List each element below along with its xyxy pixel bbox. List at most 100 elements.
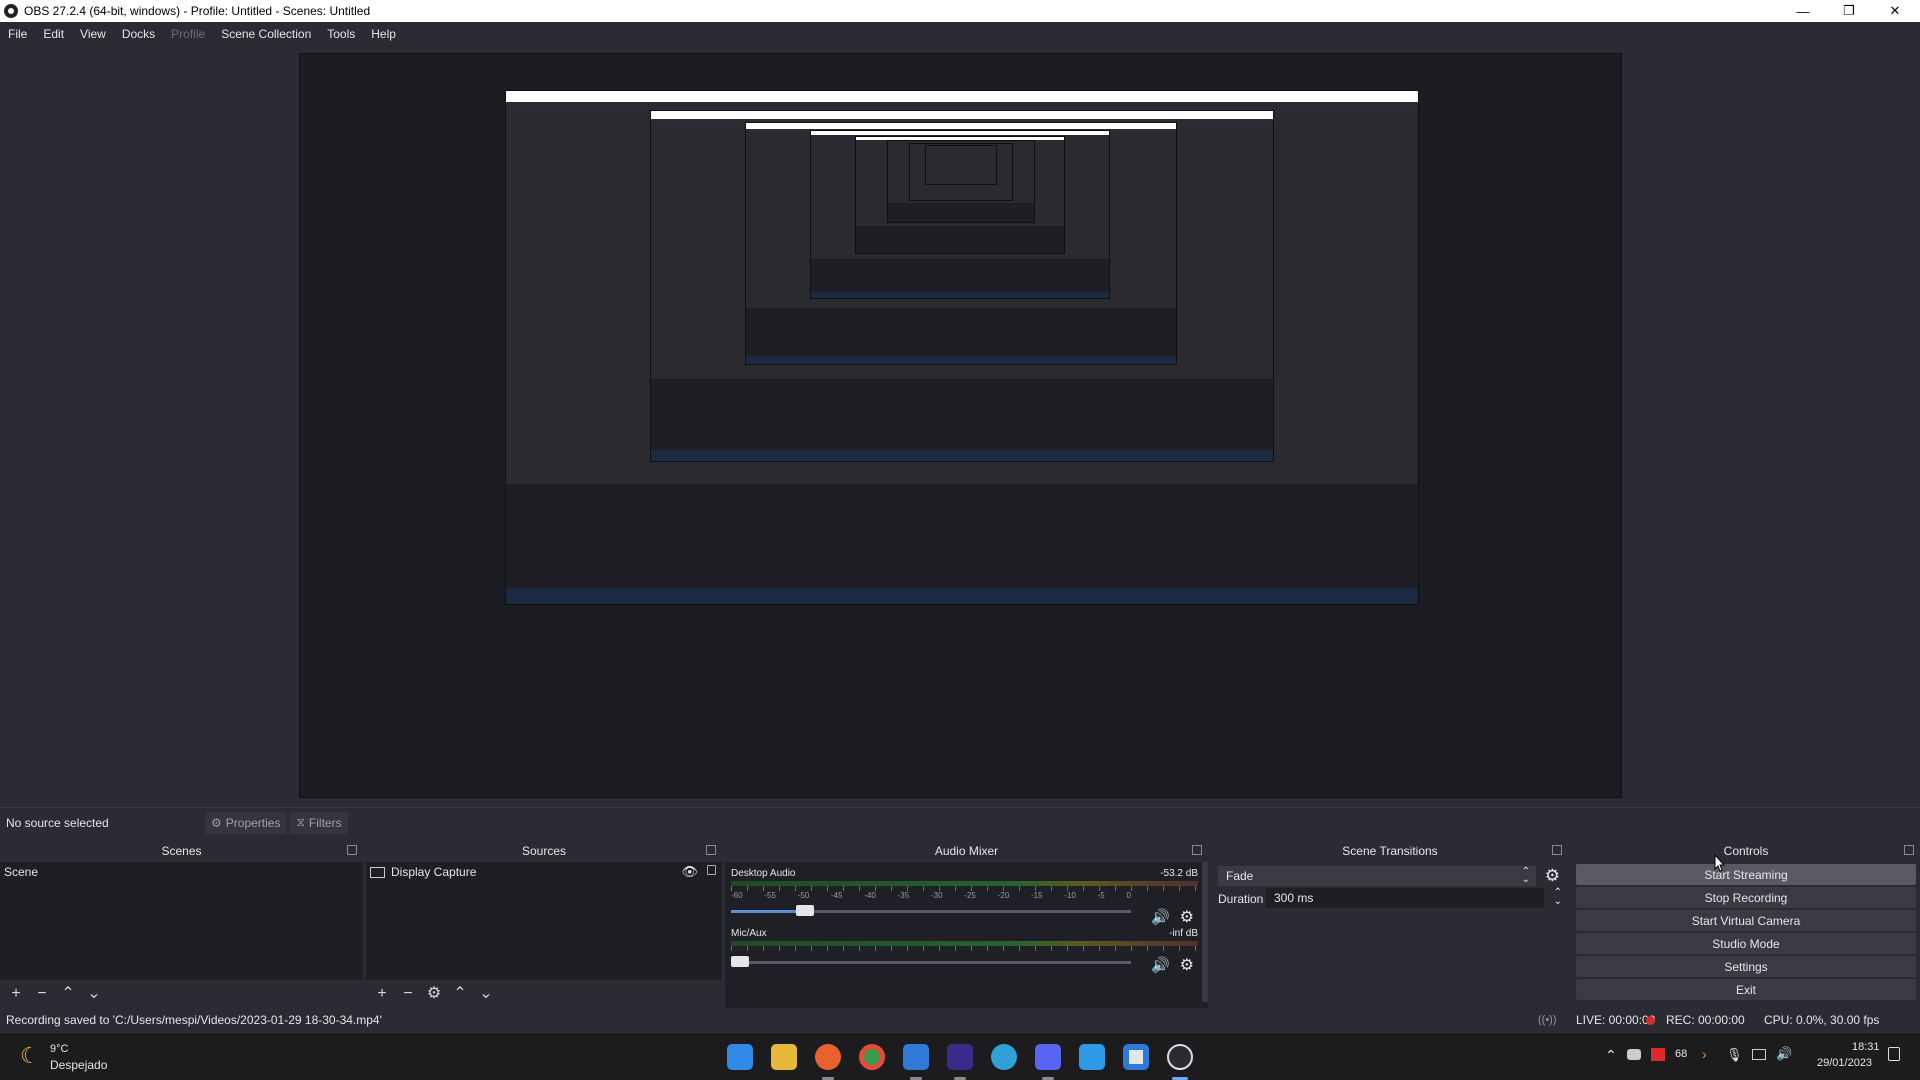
- arrow-tray-icon[interactable]: ›: [1702, 1046, 1707, 1062]
- azure-icon[interactable]: [1079, 1044, 1105, 1070]
- move-up-button[interactable]: ⌃: [60, 986, 76, 1002]
- chrome-icon[interactable]: [859, 1044, 885, 1070]
- mixer-scrollbar[interactable]: [1202, 862, 1208, 1002]
- scene-item[interactable]: Scene: [0, 862, 363, 882]
- battery-label: 68: [1675, 1048, 1688, 1060]
- float-dock-icon[interactable]: [1552, 845, 1562, 855]
- float-dock-icon[interactable]: [1904, 845, 1914, 855]
- minimize-button[interactable]: —: [1780, 0, 1826, 22]
- audio-mixer-title: Audio Mixer: [934, 844, 999, 858]
- scenes-list[interactable]: Scene: [0, 862, 363, 980]
- sources-list[interactable]: Display Capture 👁: [366, 862, 722, 980]
- track-settings-gear-icon[interactable]: ⚙: [1180, 955, 1194, 975]
- clock-date[interactable]: 29/01/2023: [1817, 1057, 1872, 1069]
- weather-temp: 9°C: [50, 1043, 69, 1055]
- maximize-button[interactable]: ❐: [1826, 0, 1872, 22]
- menu-tools[interactable]: Tools: [319, 27, 363, 41]
- network-icon[interactable]: [1752, 1049, 1766, 1060]
- clock-time[interactable]: 18:31: [1852, 1041, 1880, 1053]
- menu-edit[interactable]: Edit: [35, 27, 72, 41]
- float-dock-icon[interactable]: [347, 845, 357, 855]
- preview-area[interactable]: [0, 45, 1920, 805]
- source-properties-gear-icon[interactable]: ⚙: [426, 986, 442, 1002]
- volume-icon[interactable]: 🔊: [1776, 1046, 1792, 1062]
- broadcast-icon: ((•)): [1538, 1014, 1557, 1026]
- menu-scene-collection[interactable]: Scene Collection: [213, 27, 319, 41]
- no-source-label: No source selected: [6, 815, 109, 830]
- title-bar: OBS 27.2.4 (64-bit, windows) - Profile: …: [0, 0, 1920, 22]
- discord-tray-icon[interactable]: [1627, 1049, 1641, 1060]
- lock-icon[interactable]: [707, 865, 716, 875]
- monitor-icon: [370, 866, 385, 878]
- move-down-button[interactable]: ⌄: [86, 986, 102, 1002]
- scene-transitions-dock: Scene Transitions Fade ⌃ ⌄ ⚙ Duration 300…: [1212, 840, 1568, 1008]
- preview-canvas[interactable]: [299, 53, 1622, 798]
- microphone-icon[interactable]: 🎙: [1726, 1047, 1743, 1063]
- obs-taskbar-icon[interactable]: [1167, 1044, 1193, 1070]
- float-dock-icon[interactable]: [706, 845, 716, 855]
- telegram-icon[interactable]: [991, 1044, 1017, 1070]
- add-source-button[interactable]: +: [374, 986, 390, 1002]
- chevron-up-icon[interactable]: ⌃: [1605, 1047, 1617, 1064]
- scenes-dock: Scenes Scene + − ⌃ ⌄: [0, 840, 363, 1008]
- speaker-icon[interactable]: 🔊: [1151, 956, 1170, 974]
- studio-mode-button[interactable]: Studio Mode: [1576, 933, 1916, 954]
- scenes-dock-title: Scenes: [161, 844, 202, 858]
- visibility-eye-icon[interactable]: 👁: [681, 864, 698, 880]
- settings-button[interactable]: Settings: [1576, 956, 1916, 977]
- duration-stepper-icon[interactable]: ⌃ ⌄: [1554, 888, 1562, 907]
- move-up-button[interactable]: ⌃: [452, 986, 468, 1002]
- streamdeck-icon[interactable]: [947, 1044, 973, 1070]
- store-icon[interactable]: [1123, 1044, 1149, 1070]
- menu-docks[interactable]: Docks: [114, 27, 163, 41]
- transition-select-value: Fade: [1226, 869, 1254, 883]
- duration-value: 300 ms: [1274, 891, 1314, 905]
- menu-view[interactable]: View: [72, 27, 114, 41]
- transition-select[interactable]: Fade ⌃ ⌄: [1218, 866, 1536, 886]
- transition-properties-gear-icon[interactable]: ⚙: [1545, 866, 1560, 886]
- properties-button[interactable]: ⚙ Properties: [205, 811, 287, 834]
- moon-weather-icon: ☾: [20, 1043, 40, 1068]
- menu-file[interactable]: File: [0, 27, 35, 41]
- notification-icon[interactable]: [1888, 1047, 1900, 1061]
- red-tray-icon[interactable]: [1651, 1048, 1665, 1061]
- nested-capture-8: [925, 145, 997, 185]
- close-button[interactable]: ✕: [1872, 0, 1918, 22]
- add-scene-button[interactable]: +: [8, 986, 24, 1002]
- source-item[interactable]: Display Capture 👁: [366, 862, 722, 882]
- exit-button[interactable]: Exit: [1576, 979, 1916, 1000]
- duration-spinbox[interactable]: 300 ms: [1266, 888, 1544, 908]
- volume-slider[interactable]: [731, 955, 1131, 969]
- track-settings-gear-icon[interactable]: ⚙: [1180, 907, 1194, 927]
- vscode-icon[interactable]: [903, 1044, 929, 1070]
- scene-transitions-title: Scene Transitions: [1342, 844, 1438, 858]
- track-name: Desktop Audio: [731, 868, 796, 879]
- source-toolbar: No source selected ⚙ Properties ⧖ Filter…: [0, 807, 1920, 837]
- source-item-label: Display Capture: [391, 865, 477, 879]
- rec-timer: REC: 00:00:00: [1666, 1013, 1745, 1027]
- file-explorer-icon[interactable]: [771, 1044, 797, 1070]
- filters-button[interactable]: ⧖ Filters: [290, 811, 348, 834]
- controls-dock: Controls Start Streaming Stop Recording …: [1572, 840, 1920, 1008]
- remove-source-button[interactable]: −: [400, 986, 416, 1002]
- meter-ticks: [731, 946, 1198, 951]
- mouse-cursor-icon: [1714, 854, 1726, 872]
- obs-logo-icon: [4, 4, 18, 18]
- filters-label: Filters: [308, 815, 342, 830]
- move-down-button[interactable]: ⌄: [478, 986, 494, 1002]
- start-virtual-camera-button[interactable]: Start Virtual Camera: [1576, 910, 1916, 931]
- discord-icon[interactable]: [1035, 1044, 1061, 1070]
- stop-recording-button[interactable]: Stop Recording: [1576, 887, 1916, 908]
- speaker-icon[interactable]: 🔊: [1151, 908, 1170, 926]
- gear-icon: ⚙: [211, 815, 222, 830]
- windows-start-icon[interactable]: [727, 1044, 753, 1070]
- remove-scene-button[interactable]: −: [34, 986, 50, 1002]
- float-dock-icon[interactable]: [1192, 845, 1202, 855]
- scenes-toolbar: + − ⌃ ⌄: [0, 980, 363, 1008]
- firefox-icon[interactable]: [815, 1044, 841, 1070]
- menu-profile[interactable]: Profile: [163, 27, 213, 41]
- controls-header: Controls: [1572, 840, 1920, 862]
- menu-help[interactable]: Help: [363, 27, 404, 41]
- start-streaming-button[interactable]: Start Streaming: [1576, 864, 1916, 885]
- volume-slider[interactable]: [731, 904, 1131, 918]
